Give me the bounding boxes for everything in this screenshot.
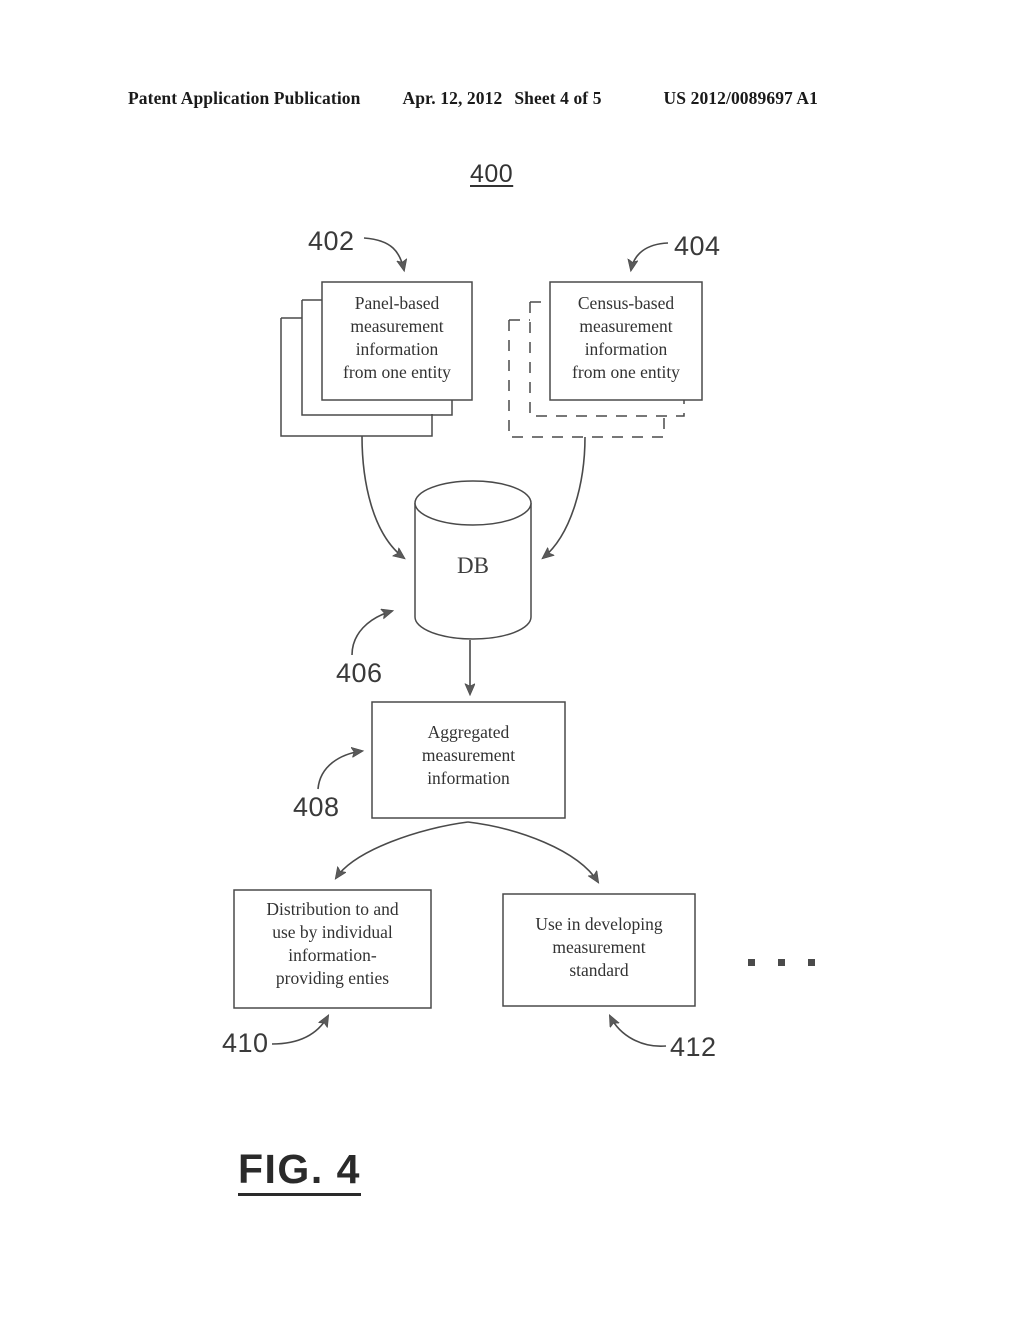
standard-box [502, 893, 696, 1007]
ref-numeral-408: 408 [293, 792, 340, 822]
panel-box-front [321, 281, 473, 401]
arrow-aggregated-to-standard [467, 821, 598, 882]
ellipsis-dots-icon [744, 955, 824, 971]
arrow-census-to-db [543, 436, 586, 558]
arrow-aggregated-to-distribution [336, 821, 469, 878]
patent-figure-400 [0, 0, 1024, 1320]
figure-number-400: 400 [470, 160, 514, 188]
ellipsis-dot-2 [778, 959, 785, 966]
ellipsis-dot-3 [808, 959, 815, 966]
aggregated-box [371, 701, 566, 819]
leader-412 [610, 1016, 667, 1047]
leader-406 [351, 611, 392, 656]
db-cylinder-label: DB [457, 553, 489, 578]
arrow-panel-to-db [361, 435, 404, 558]
ref-numeral-402: 402 [308, 226, 355, 256]
distribution-box [233, 889, 432, 1009]
ref-numeral-410: 410 [222, 1028, 269, 1058]
leader-402 [363, 237, 404, 270]
leader-404 [631, 242, 669, 270]
ref-numeral-404: 404 [674, 231, 721, 261]
figure-caption: FIG. 4 [238, 1147, 361, 1197]
ellipsis-dot-1 [748, 959, 755, 966]
leader-410 [271, 1016, 328, 1045]
leader-408 [317, 751, 362, 790]
ref-numeral-412: 412 [670, 1032, 717, 1062]
ref-numeral-406: 406 [336, 658, 383, 688]
census-box-front [549, 281, 703, 401]
